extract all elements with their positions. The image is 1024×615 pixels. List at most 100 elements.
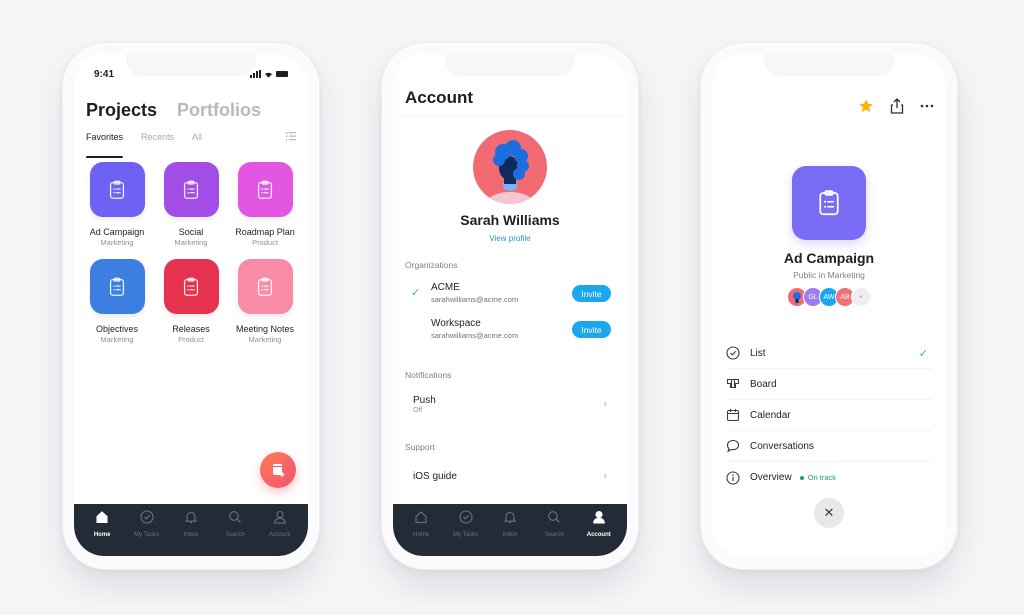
tab-my-tasks[interactable]: My Tasks xyxy=(446,510,486,556)
tab-inbox[interactable]: Inbox xyxy=(171,510,211,556)
project-tile-objectives[interactable]: Objectives Marketing xyxy=(80,259,154,344)
status-text: On track xyxy=(807,473,837,482)
project-name: Meeting Notes xyxy=(235,324,295,334)
calendar-icon xyxy=(726,409,740,422)
notch xyxy=(764,54,894,76)
view-label: Conversations xyxy=(750,440,814,452)
notifications-card: Push Off › xyxy=(401,386,619,422)
ios-guide-row[interactable]: iOS guide › xyxy=(401,458,619,494)
subtab-favorites[interactable]: Favorites xyxy=(86,132,124,158)
status-dot-icon xyxy=(799,475,804,480)
project-views-list: List ✓ Board Calendar Conversations Over… xyxy=(726,338,932,493)
tab-label: Inbox xyxy=(183,532,199,538)
share-icon[interactable] xyxy=(890,98,904,114)
status-time: 9:41 xyxy=(94,68,115,80)
list-view-icon[interactable] xyxy=(286,132,296,144)
phone-project-detail: Ad Campaign Public in Marketing GL AW AB + … xyxy=(700,42,958,570)
board-icon xyxy=(726,378,740,389)
person-illustration-icon xyxy=(486,140,534,204)
projects-screen: 9:41 Projects Portfolios Favorites Recen… xyxy=(74,54,308,556)
tab-account[interactable]: Account xyxy=(260,510,300,556)
project-tile-meeting-notes[interactable]: Meeting Notes Marketing xyxy=(228,259,302,344)
tab-portfolios[interactable]: Portfolios xyxy=(177,100,261,121)
more-options-icon[interactable] xyxy=(920,104,934,108)
tab-label: Home xyxy=(413,532,430,538)
tab-home[interactable]: Home xyxy=(82,510,122,556)
info-icon xyxy=(726,470,740,485)
check-circle-icon xyxy=(459,510,473,529)
tab-home[interactable]: Home xyxy=(401,510,441,556)
view-row-list[interactable]: List ✓ xyxy=(726,338,932,369)
project-team: Marketing xyxy=(248,335,282,344)
page-header: Projects Portfolios xyxy=(86,100,261,121)
search-icon xyxy=(547,510,561,529)
view-profile-link[interactable]: View profile xyxy=(393,234,627,243)
project-icon-tile xyxy=(237,162,293,217)
tab-my-tasks[interactable]: My Tasks xyxy=(127,510,167,556)
chevron-right-icon: › xyxy=(603,398,607,410)
chevron-right-icon: › xyxy=(603,470,607,482)
new-project-button[interactable] xyxy=(260,452,296,488)
add-member-button[interactable]: + xyxy=(851,287,871,307)
tab-label: My Tasks xyxy=(453,532,479,538)
search-icon xyxy=(228,510,242,529)
bell-icon xyxy=(503,510,517,529)
tab-projects[interactable]: Projects xyxy=(86,100,157,121)
tab-inbox[interactable]: Inbox xyxy=(490,510,530,556)
invite-button[interactable]: Invite xyxy=(572,285,611,302)
project-tile-ad-campaign[interactable]: Ad Campaign Marketing xyxy=(80,162,154,247)
view-row-overview[interactable]: Overview On track xyxy=(726,462,932,493)
push-setting-row[interactable]: Push Off › xyxy=(401,386,619,422)
invite-button[interactable]: Invite xyxy=(572,321,611,338)
tab-label: Search xyxy=(544,532,564,538)
organizations-card: ✓ ACME sarahwilliams@acme.com Invite Wor… xyxy=(401,276,619,348)
view-row-calendar[interactable]: Calendar xyxy=(726,400,932,431)
bell-icon xyxy=(184,510,198,529)
section-label-support: Support xyxy=(405,442,435,452)
status-bar: 9:41 xyxy=(94,68,288,80)
star-icon[interactable] xyxy=(858,98,874,114)
member-avatars[interactable]: GL AW AB + xyxy=(787,287,871,307)
project-icon-tile xyxy=(163,259,219,314)
tab-label: Home xyxy=(93,532,111,538)
clipboard-icon xyxy=(819,190,839,216)
org-row-acme[interactable]: ✓ ACME sarahwilliams@acme.com Invite xyxy=(401,276,619,312)
person-icon xyxy=(273,510,287,529)
project-icon-tile xyxy=(163,162,219,217)
account-header: Account xyxy=(393,54,627,114)
home-icon xyxy=(95,510,109,529)
project-subtitle: Public in Marketing xyxy=(793,270,865,280)
project-team: Product xyxy=(252,238,278,247)
project-name: Roadmap Plan xyxy=(235,227,295,237)
selected-checkmark-icon: ✓ xyxy=(918,347,928,360)
project-name: Releases xyxy=(172,324,210,334)
project-detail-screen: Ad Campaign Public in Marketing GL AW AB + … xyxy=(712,54,946,556)
phone-account: Account Sarah Williams View profile Orga… xyxy=(381,42,639,570)
project-icon-tile xyxy=(237,259,293,314)
person-icon xyxy=(592,510,606,529)
project-name: Social xyxy=(178,227,204,237)
project-tile-releases[interactable]: Releases Product xyxy=(154,259,228,344)
tab-search[interactable]: Search xyxy=(215,510,255,556)
tab-label: Search xyxy=(225,532,245,538)
view-row-conversations[interactable]: Conversations xyxy=(726,431,932,462)
view-row-board[interactable]: Board xyxy=(726,369,932,400)
subtab-all[interactable]: All xyxy=(192,132,202,152)
checkmark-icon: ✓ xyxy=(411,287,421,299)
view-label: List xyxy=(750,347,766,359)
org-row-workspace[interactable]: Workspace sarahwilliams@acme.com Invite xyxy=(401,312,619,348)
tab-search[interactable]: Search xyxy=(534,510,574,556)
close-button[interactable]: ✕ xyxy=(814,498,844,528)
tab-account[interactable]: Account xyxy=(579,510,619,556)
bottom-tab-bar: Home My Tasks Inbox Search Account xyxy=(393,504,627,556)
tab-label: My Tasks xyxy=(134,532,160,538)
subtab-recents[interactable]: Recents xyxy=(141,132,174,152)
profile-avatar[interactable] xyxy=(473,130,547,204)
new-project-icon xyxy=(273,464,285,477)
view-label: Board xyxy=(750,378,777,390)
clipboard-icon xyxy=(257,277,273,296)
project-tile-roadmap-plan[interactable]: Roadmap Plan Product xyxy=(228,162,302,247)
clipboard-icon xyxy=(257,180,273,199)
project-tile-social[interactable]: Social Marketing xyxy=(154,162,228,247)
header-actions xyxy=(858,98,934,114)
